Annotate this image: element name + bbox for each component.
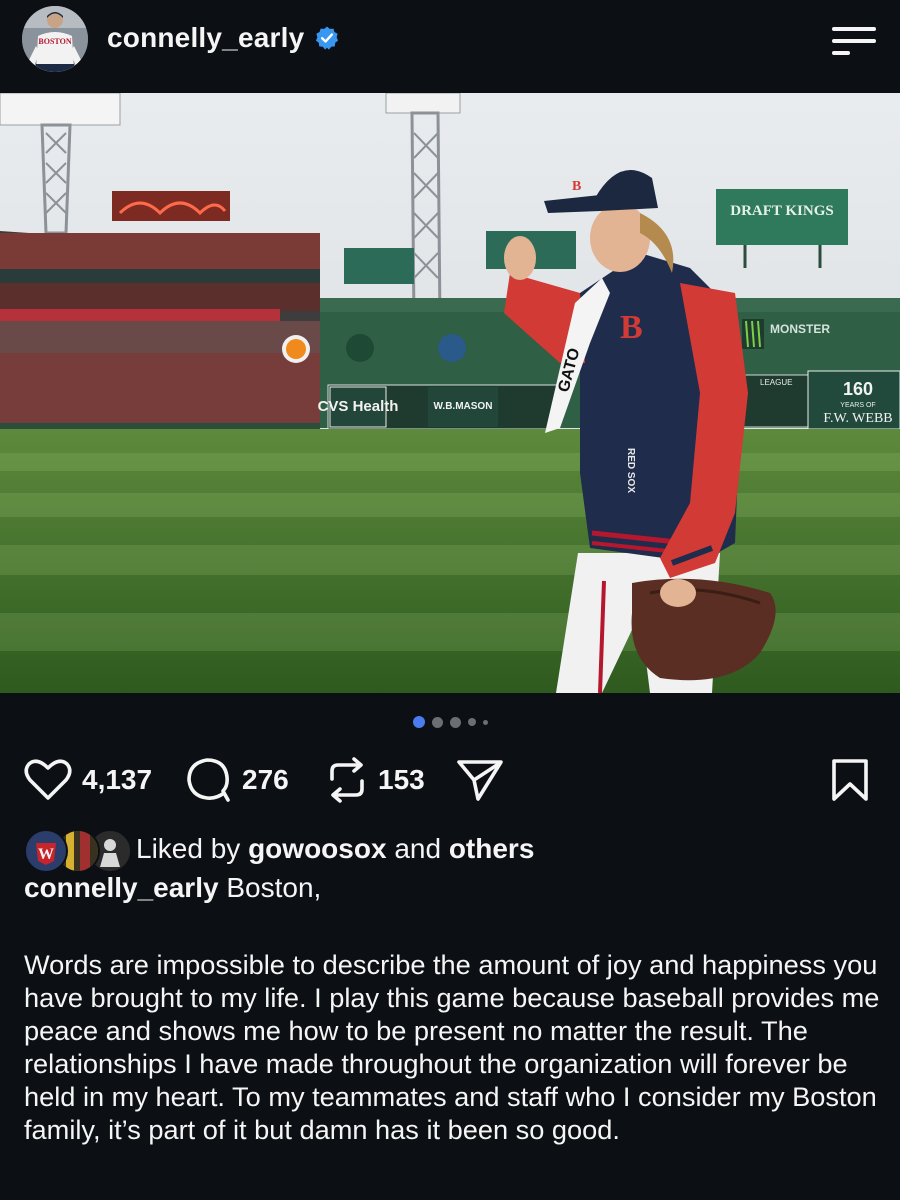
menu-icon[interactable] xyxy=(832,24,876,58)
post-actions-bar: 4,137 276 153 xyxy=(22,752,878,808)
post-author-username[interactable]: connelly_early xyxy=(107,22,304,54)
liked-by-and: and xyxy=(394,833,442,864)
jacket-b-logo: B xyxy=(620,309,643,346)
liked-by-others-link[interactable]: others xyxy=(449,833,535,864)
liked-by-row[interactable]: W Liked by gowoosox and others xyxy=(24,826,534,873)
carousel-dot[interactable] xyxy=(482,719,488,725)
league-label: LEAGUE xyxy=(760,378,792,387)
comment-button[interactable]: 276 xyxy=(186,752,289,808)
liker-avatars: W xyxy=(24,827,132,873)
liked-by-text: Liked by gowoosox and others xyxy=(136,833,534,865)
liked-by-user-link[interactable]: gowoosox xyxy=(248,833,386,864)
wbmason-sign: W.B.MASON xyxy=(434,401,493,412)
comment-icon xyxy=(187,758,230,802)
liker-avatar-letter: W xyxy=(38,846,54,863)
carousel-dot-active[interactable] xyxy=(412,716,425,728)
like-count: 4,137 xyxy=(82,764,153,795)
caption-body: Words are impossible to describe the amo… xyxy=(24,949,880,1145)
post-header: BOSTON connelly_early xyxy=(0,0,900,92)
liker-avatar: W xyxy=(24,829,68,873)
monster-ad-text: MONSTER xyxy=(770,322,830,336)
carousel-dot[interactable] xyxy=(431,716,443,728)
repost-button[interactable]: 153 xyxy=(326,752,425,808)
post-photo[interactable]: DRAFT KINGS MONSTER CVS Health W.B.MASON… xyxy=(0,93,900,693)
carousel-indicator xyxy=(0,716,900,728)
caption-first-line: Boston, xyxy=(226,872,322,903)
draftkings-text: DRAFT KINGS xyxy=(730,203,834,219)
verified-badge-icon xyxy=(316,26,339,50)
fw-webb-text: F.W. WEBB xyxy=(823,411,892,426)
webb-years-text: YEARS OF xyxy=(840,402,875,409)
avatar-jersey-text: BOSTON xyxy=(38,37,71,46)
jacket-red-sox-text: RED SOX xyxy=(625,448,636,493)
like-button[interactable]: 4,137 xyxy=(24,752,152,808)
repost-count: 153 xyxy=(378,764,425,795)
carousel-dot[interactable] xyxy=(449,716,461,728)
repost-icon xyxy=(330,757,364,803)
webb-160-text: 160 xyxy=(843,379,873,399)
caption-username[interactable]: connelly_early xyxy=(24,872,219,903)
share-icon xyxy=(457,760,503,801)
grandstand xyxy=(0,231,320,433)
carousel-dot[interactable] xyxy=(467,718,476,726)
comment-count: 276 xyxy=(242,764,289,795)
share-button[interactable] xyxy=(456,752,504,808)
cap-b-logo: B xyxy=(572,179,581,194)
heart-icon xyxy=(24,759,72,800)
bookmark-icon[interactable] xyxy=(830,758,870,802)
liked-by-prefix: Liked by xyxy=(136,833,241,864)
profile-avatar[interactable]: BOSTON xyxy=(22,6,88,72)
cvs-health-sign: CVS Health xyxy=(318,398,399,415)
caption-header: connelly_early Boston, xyxy=(24,872,321,904)
